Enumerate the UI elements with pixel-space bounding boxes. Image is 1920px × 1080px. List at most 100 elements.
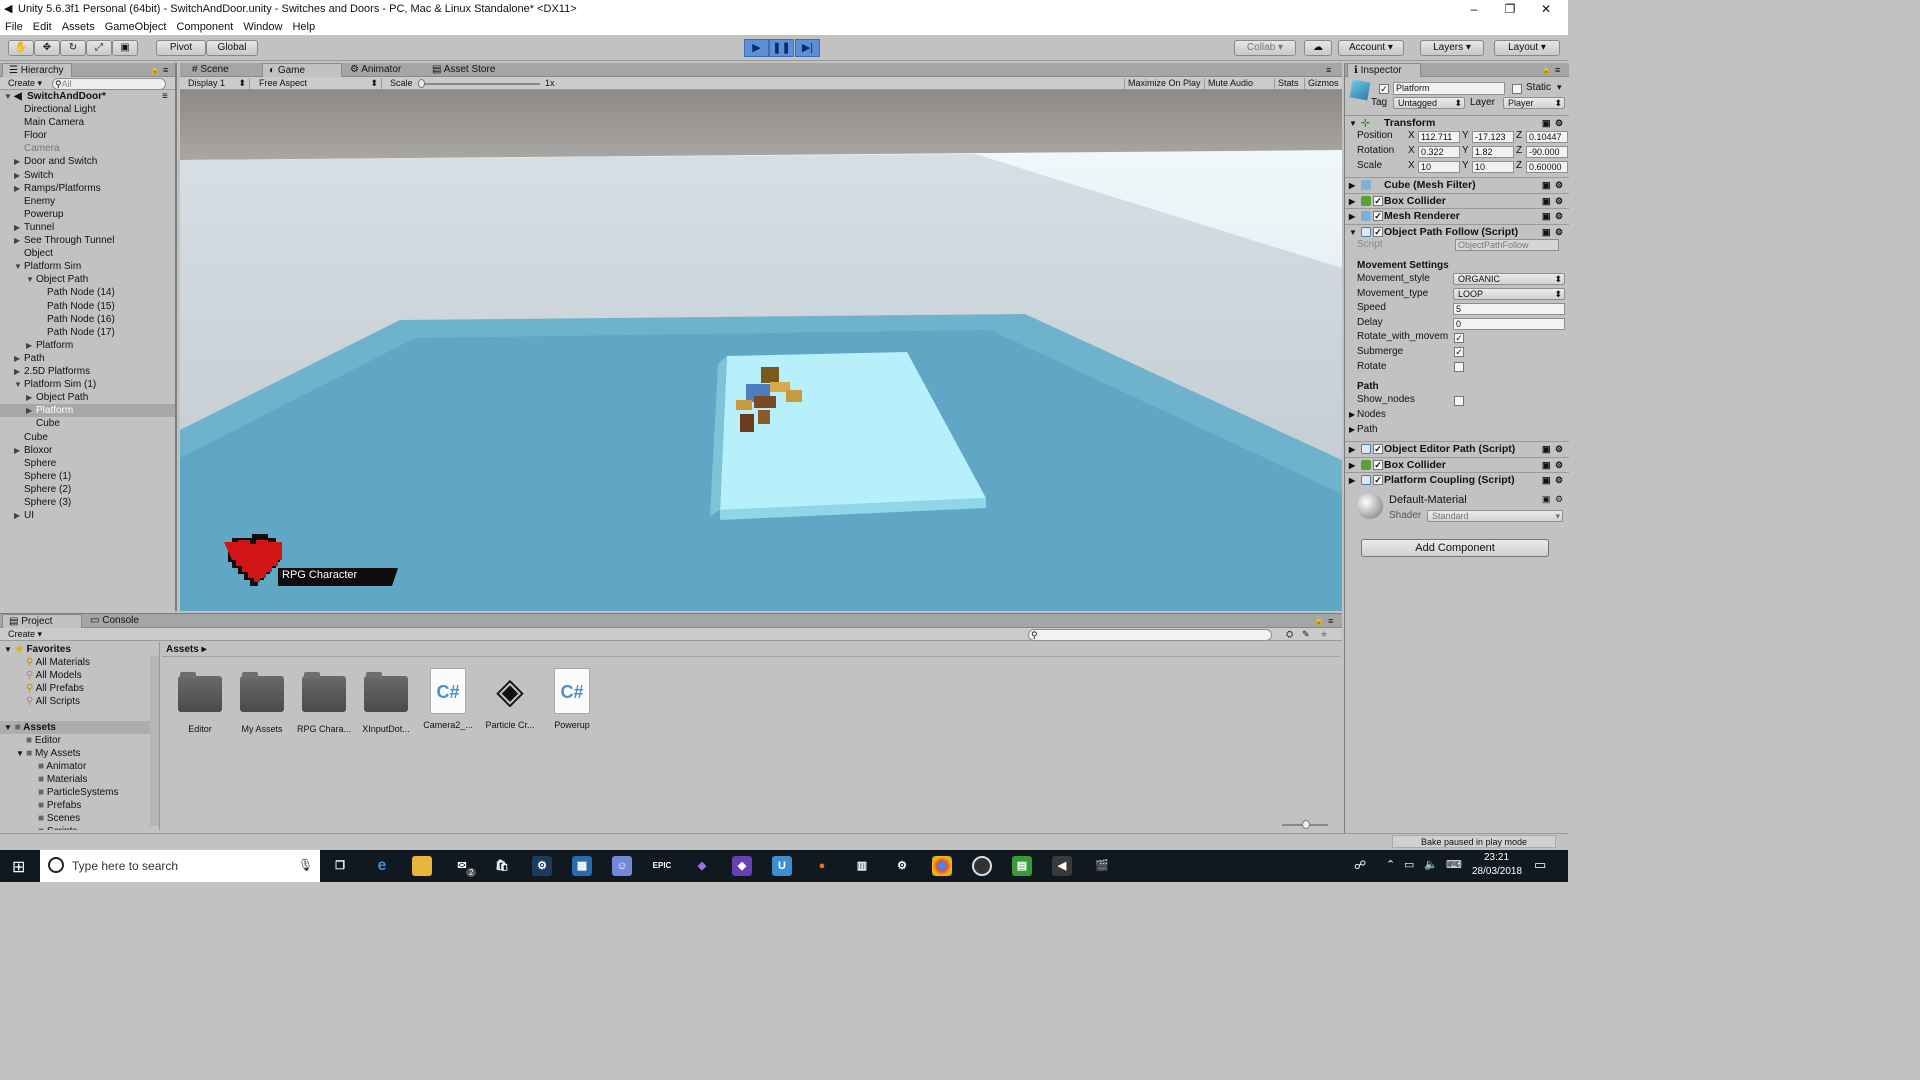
gizmos-dropdown[interactable]: Gizmos ▾ (1304, 78, 1342, 99)
movement-type-dropdown[interactable]: LOOP ⬍ (1453, 288, 1565, 300)
gear-icon[interactable]: ⚙ (1555, 458, 1563, 473)
position-z-field[interactable]: 0.10447 (1526, 131, 1568, 143)
media-app-icon[interactable]: ▦ (572, 856, 592, 876)
maximize-button[interactable]: ❐ (1492, 0, 1528, 19)
stats-toggle[interactable]: Stats (1274, 78, 1299, 89)
hierarchy-row[interactable]: Main Camera (0, 116, 175, 129)
transform-header[interactable]: ▼ ⊹ Transform ▣ ⚙ (1345, 115, 1569, 130)
asset-tree-item[interactable]: ■ ParticleSystems (28, 786, 119, 799)
help-book-icon[interactable]: ▣ (1542, 209, 1551, 224)
help-book-icon[interactable]: ▣ (1542, 116, 1551, 131)
show-nodes-checkbox[interactable] (1454, 396, 1464, 406)
project-search-input[interactable]: ⚲ (1028, 629, 1272, 641)
component-enabled-checkbox[interactable]: ✓ (1373, 226, 1383, 237)
keyboard-icon[interactable]: ⌨ (1446, 858, 1462, 871)
video-editor-icon[interactable]: 🎬 (1092, 856, 1112, 876)
asset-tree-item[interactable]: ▼ ■ My Assets (16, 747, 81, 760)
tab-game[interactable]: ◐ Game (262, 63, 342, 77)
expand-arrow-icon[interactable]: ▶ (14, 169, 20, 182)
rect-tool-button[interactable]: ▣ (112, 40, 138, 56)
hierarchy-row[interactable]: ▶ UI (0, 509, 175, 522)
gear-icon[interactable]: ⚙ (1555, 194, 1563, 209)
filter-label-icon[interactable]: ✎ (1302, 629, 1310, 640)
hierarchy-row[interactable]: ▶ Object Path (0, 391, 175, 404)
collapse-arrow-icon[interactable]: ▼ (26, 273, 34, 286)
expand-arrow-icon[interactable]: ▶ (14, 182, 20, 195)
hierarchy-row[interactable]: Enemy (0, 195, 175, 208)
rotation-y-field[interactable]: 1.82 (1472, 146, 1514, 158)
hierarchy-row[interactable]: ▶ Door and Switch (0, 155, 175, 168)
menu-window[interactable]: Window (238, 19, 287, 35)
hierarchy-row[interactable]: Sphere (0, 457, 175, 470)
scale-slider[interactable] (418, 83, 540, 85)
layers-dropdown[interactable]: Layers ▾ (1420, 40, 1484, 56)
expand-arrow-icon[interactable]: ▶ (1349, 473, 1355, 488)
tab-inspector[interactable]: ℹ Inspector (1347, 63, 1421, 77)
edge-icon[interactable]: e (372, 856, 392, 876)
tab-animator[interactable]: ⚙ Animator (344, 63, 424, 77)
tab-hierarchy[interactable]: ☰ Hierarchy (2, 63, 72, 77)
piano-app-icon[interactable]: ▥ (852, 856, 872, 876)
component-enabled-checkbox[interactable]: ✓ (1373, 195, 1383, 206)
hierarchy-row[interactable]: ▶ Platform (0, 404, 175, 418)
expand-arrow-icon[interactable]: ▶ (14, 221, 20, 234)
assets-root-row[interactable]: ▼ ■ Assets (0, 721, 150, 734)
hierarchy-row[interactable]: ▶ Ramps/Platforms (0, 182, 175, 195)
expand-arrow-icon[interactable]: ▶ (1349, 442, 1355, 457)
microphone-icon[interactable]: 🎙 (298, 858, 313, 872)
obs-icon[interactable] (972, 856, 992, 876)
gear-icon[interactable]: ⚙ (1555, 116, 1563, 131)
hierarchy-row[interactable]: ▼ Platform Sim (0, 260, 175, 273)
component-enabled-checkbox[interactable]: ✓ (1373, 459, 1383, 470)
component-header[interactable]: ▶ Cube (Mesh Filter) ▣ ⚙ (1345, 177, 1569, 192)
gear-icon[interactable]: ⚙ (1555, 178, 1563, 193)
shader-dropdown[interactable]: Standard ▾ (1427, 510, 1563, 522)
help-book-icon[interactable]: ▣ (1542, 178, 1551, 193)
mute-audio-toggle[interactable]: Mute Audio (1204, 78, 1253, 89)
component-header[interactable]: ▼ ✓ Object Path Follow (Script) ▣ ⚙ (1345, 223, 1569, 240)
hierarchy-row[interactable]: ▶ Platform (0, 339, 175, 352)
step-button[interactable]: ▶| (795, 39, 820, 57)
help-book-icon[interactable]: ▣ (1542, 442, 1551, 457)
hierarchy-row[interactable]: ▶ Bloxor (0, 444, 175, 457)
maximize-on-play-toggle[interactable]: Maximize On Play (1124, 78, 1201, 89)
position-y-field[interactable]: -17.123 (1472, 131, 1514, 143)
clock-date[interactable]: 28/03/2018 (1472, 866, 1522, 877)
panel-menu-icon[interactable]: ≡ (163, 63, 168, 77)
movement-style-dropdown[interactable]: ORGANIC ⬍ (1453, 273, 1565, 285)
favorites-row[interactable]: ▼ ★ Favorites (0, 643, 71, 656)
tree-scrollbar[interactable] (150, 656, 159, 826)
tray-expand-icon[interactable]: ⌃ (1386, 858, 1395, 871)
layout-dropdown[interactable]: Layout ▾ (1494, 40, 1560, 56)
rotate-with-movement-checkbox[interactable]: ✓ (1454, 333, 1464, 343)
panel-menu-icon[interactable]: ≡ (1555, 63, 1560, 77)
hierarchy-row[interactable]: ▼ Object Path (0, 273, 175, 286)
component-enabled-checkbox[interactable]: ✓ (1373, 211, 1383, 221)
hierarchy-row[interactable]: Cube (0, 431, 175, 444)
volume-icon[interactable]: 🔈 (1424, 858, 1438, 871)
help-book-icon[interactable]: ▣ (1542, 225, 1551, 240)
component-enabled-checkbox[interactable]: ✓ (1373, 475, 1383, 485)
rotate-checkbox[interactable] (1454, 362, 1464, 372)
scale-z-field[interactable]: 0.60000 (1526, 161, 1568, 173)
hierarchy-row[interactable]: Sphere (2) (0, 483, 175, 496)
expand-arrow-icon[interactable]: ▼ (4, 645, 12, 654)
hierarchy-row[interactable]: Powerup (0, 208, 175, 221)
icon-size-slider-thumb[interactable] (1302, 820, 1310, 829)
asset-item[interactable]: Editor (171, 668, 229, 734)
collapse-arrow-icon[interactable]: ▼ (1349, 225, 1357, 240)
gear-icon[interactable]: ⚙ (1555, 209, 1563, 224)
hierarchy-row[interactable]: Path Node (16) (0, 313, 175, 326)
asset-item[interactable]: C# Camera2_... (419, 668, 477, 730)
favorite-item[interactable]: ⚲ All Models (26, 669, 82, 682)
action-center-icon[interactable]: ▭ (1534, 857, 1546, 873)
scale-x-field[interactable]: 10 (1418, 161, 1460, 173)
hierarchy-row[interactable]: Directional Light (0, 103, 175, 116)
expand-arrow-icon[interactable]: ▶ (14, 155, 20, 168)
visual-studio-2-icon[interactable]: ◆ (732, 856, 752, 876)
static-checkbox[interactable] (1512, 84, 1522, 94)
collapse-arrow-icon[interactable]: ▼ (1349, 116, 1357, 131)
gear-icon[interactable]: ⚙ (1555, 442, 1563, 457)
game-viewport[interactable]: RPG Character (180, 90, 1342, 611)
epic-games-icon[interactable]: EPIC (652, 856, 672, 876)
